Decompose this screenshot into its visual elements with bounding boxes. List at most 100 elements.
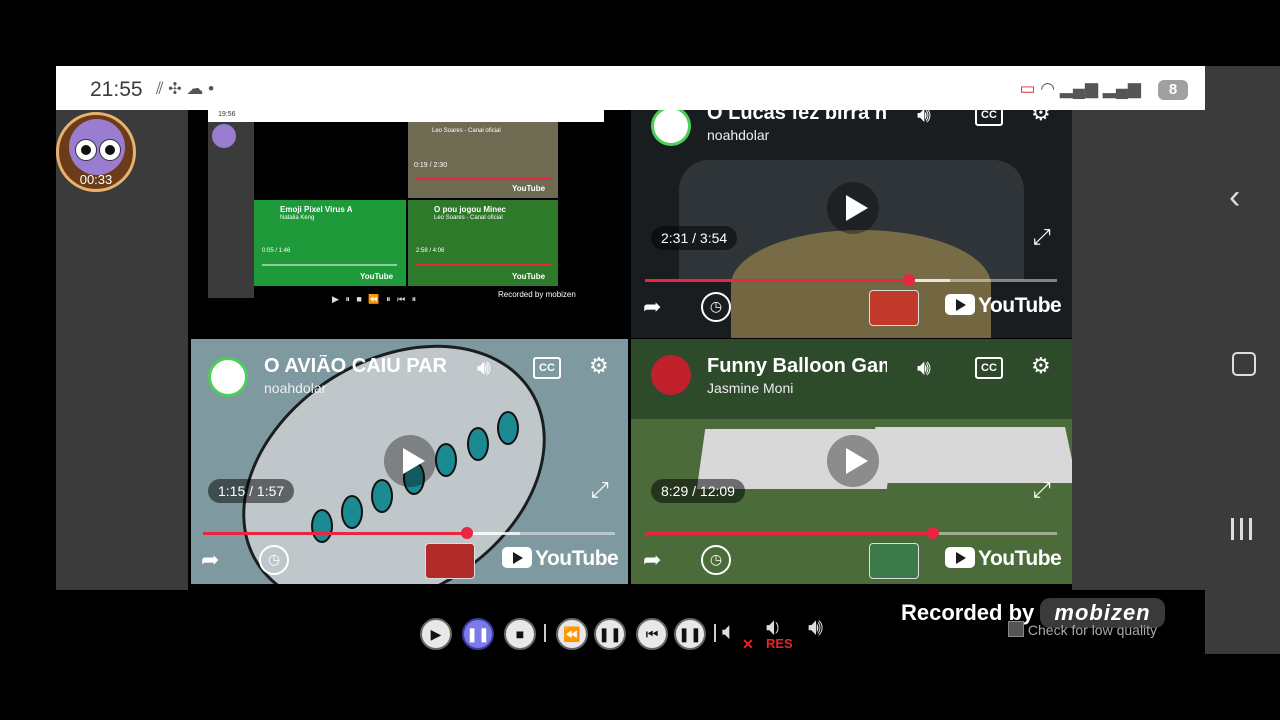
volume-icon[interactable]: 🔊︎ bbox=[477, 355, 491, 381]
cc-button[interactable]: CC bbox=[533, 357, 561, 379]
youtube-logo[interactable]: YouTube bbox=[502, 547, 619, 571]
signal-icon-2: ▂▄▆ bbox=[1102, 79, 1141, 98]
youtube-label: YouTube bbox=[978, 294, 1062, 317]
mini-v2-channel: Leo Soares - Canal oficial bbox=[434, 215, 503, 221]
share-icon[interactable]: ➦ bbox=[643, 294, 661, 320]
mute-icon[interactable]: 🔈︎ bbox=[722, 618, 736, 646]
youtube-logo[interactable]: YouTube bbox=[945, 294, 1062, 318]
stop-control-button[interactable]: ■ bbox=[504, 618, 536, 650]
res-label: RES bbox=[766, 636, 793, 651]
video-scene-shape bbox=[731, 230, 991, 338]
signal-wifi-icon: ▭ ◠ ▂▄▆ ▂▄▆ bbox=[1019, 79, 1141, 99]
play-button[interactable] bbox=[827, 182, 879, 234]
mini-v1-youtube: YouTube bbox=[360, 272, 394, 281]
mini-controls-icons: ▶ ⏸ ■ ⏪ ⏸ ⏮ ⏸ bbox=[332, 294, 419, 304]
mini-v3-progress bbox=[416, 178, 551, 180]
youtube-play-icon bbox=[945, 294, 975, 315]
video-channel[interactable]: noahdolar bbox=[264, 380, 326, 396]
mini-v1-title: Emoji Pixel Virus A bbox=[280, 205, 353, 214]
status-bar: 21:55 ⫽ ✣ ☁ • ▭ ◠ ▂▄▆ ▂▄▆ 8 bbox=[56, 66, 1205, 110]
progress-played bbox=[645, 279, 909, 282]
back-icon[interactable]: ‹ bbox=[1229, 178, 1240, 217]
video-panel-balloon[interactable]: Funny Balloon Gam Jasmine Moni 🔊︎ CC ⚙︎ … bbox=[631, 339, 1072, 584]
play-button[interactable] bbox=[827, 435, 879, 487]
recents-icon[interactable] bbox=[1231, 518, 1255, 540]
mini-video-2: O pou jogou Minec Leo Soares - Canal ofi… bbox=[408, 200, 558, 286]
battery-icon: 8 bbox=[1158, 80, 1188, 100]
video-title[interactable]: O Lucas fez birra n bbox=[707, 110, 887, 125]
volume-icon[interactable]: 🔊︎ bbox=[917, 355, 931, 381]
rewind-control-button[interactable]: ⏪ bbox=[556, 618, 588, 650]
share-icon[interactable]: ➦ bbox=[643, 547, 661, 573]
mute-x-icon: ✕ bbox=[742, 636, 754, 652]
separator bbox=[544, 624, 546, 642]
current-time: 1:15 bbox=[218, 483, 246, 499]
fullscreen-icon[interactable]: ⤢ bbox=[591, 477, 609, 503]
video-title[interactable]: Funny Balloon Gam bbox=[707, 355, 887, 378]
progress-scrubber[interactable] bbox=[927, 527, 940, 539]
pause-control-button[interactable]: ❚❚ bbox=[462, 618, 494, 650]
avatar-pupil bbox=[81, 145, 91, 155]
mini-video-black bbox=[254, 122, 406, 198]
channel-avatar[interactable] bbox=[208, 357, 248, 397]
watch-later-icon[interactable]: ◷ bbox=[259, 545, 289, 575]
mini-v3-time: 0:19 / 2:30 bbox=[414, 162, 448, 169]
avatar-face bbox=[69, 119, 125, 175]
cc-button[interactable]: CC bbox=[975, 357, 1003, 379]
right-gray-panel bbox=[1072, 110, 1205, 590]
settings-gear-icon[interactable]: ⚙︎ bbox=[1031, 353, 1051, 379]
progress-scrubber[interactable] bbox=[460, 527, 473, 539]
previous-control-button[interactable]: ⏮ bbox=[636, 618, 668, 650]
play-button[interactable] bbox=[384, 435, 436, 487]
pause-2-control-button[interactable]: ❚❚ bbox=[594, 618, 626, 650]
video-time: 1:15 / 1:57 bbox=[208, 479, 295, 503]
mini-v1-progress bbox=[262, 264, 397, 266]
settings-gear-icon[interactable]: ⚙︎ bbox=[589, 353, 609, 379]
next-video-thumbnail[interactable] bbox=[869, 543, 919, 579]
video-panel-lucas[interactable]: O Lucas fez birra n noahdolar 🔊︎ CC ⚙︎ 2… bbox=[631, 110, 1072, 338]
mini-status-bar: 19:56 bbox=[208, 110, 604, 122]
home-icon[interactable] bbox=[1232, 352, 1256, 376]
youtube-play-icon bbox=[502, 547, 532, 568]
youtube-logo[interactable]: YouTube bbox=[945, 547, 1062, 571]
video-time: 8:29 / 12:09 bbox=[651, 479, 745, 503]
youtube-label: YouTube bbox=[978, 547, 1062, 570]
fullscreen-icon[interactable]: ⤢ bbox=[1033, 224, 1051, 250]
fullscreen-icon[interactable]: ⤢ bbox=[1033, 477, 1051, 503]
progress-scrubber[interactable] bbox=[902, 274, 915, 286]
video-channel[interactable]: noahdolar bbox=[707, 127, 769, 143]
next-video-thumbnail[interactable] bbox=[425, 543, 475, 579]
status-time: 21:55 bbox=[90, 78, 143, 101]
channel-avatar[interactable] bbox=[651, 355, 691, 395]
cc-button[interactable]: CC bbox=[975, 110, 1003, 126]
total-time: 12:09 bbox=[699, 483, 735, 499]
window bbox=[467, 427, 489, 461]
volume-icon[interactable]: 🔊︎ bbox=[917, 110, 931, 128]
video-panel-aviao[interactable]: O AVIÃO CAIU PAR noahdolar 🔊︎ CC ⚙︎ 1:15… bbox=[191, 339, 628, 584]
watch-later-icon[interactable]: ◷ bbox=[701, 545, 731, 575]
recorder-avatar[interactable]: 00:33 bbox=[56, 112, 136, 192]
video-title[interactable]: O AVIÃO CAIU PAR bbox=[264, 355, 454, 378]
checkbox-box[interactable] bbox=[1008, 621, 1024, 637]
share-icon[interactable]: ➦ bbox=[201, 547, 219, 573]
next-video-thumbnail[interactable] bbox=[869, 290, 919, 326]
avatar-eye bbox=[75, 139, 97, 161]
cast-icon: ▭ bbox=[1019, 79, 1036, 98]
mini-v2-progress bbox=[416, 264, 551, 266]
pause-3-control-button[interactable]: ❚❚ bbox=[674, 618, 706, 650]
youtube-play-icon bbox=[945, 547, 975, 568]
volume-high-icon[interactable]: 🔊︎ bbox=[808, 614, 823, 642]
play-control-button[interactable]: ▶ bbox=[420, 618, 452, 650]
settings-gear-icon[interactable]: ⚙︎ bbox=[1031, 110, 1051, 126]
video-channel[interactable]: Jasmine Moni bbox=[707, 380, 793, 396]
window bbox=[497, 411, 519, 445]
mini-v2-time: 2:58 / 4:06 bbox=[416, 248, 445, 254]
mini-v3-youtube: YouTube bbox=[512, 184, 546, 193]
progress-played bbox=[645, 532, 934, 535]
watch-later-icon[interactable]: ◷ bbox=[701, 292, 731, 322]
channel-avatar[interactable] bbox=[651, 110, 691, 146]
mini-left-panel bbox=[208, 122, 254, 298]
separator bbox=[714, 624, 716, 642]
low-quality-checkbox[interactable]: Check for low quality bbox=[1008, 621, 1157, 638]
current-time: 8:29 bbox=[661, 483, 689, 499]
